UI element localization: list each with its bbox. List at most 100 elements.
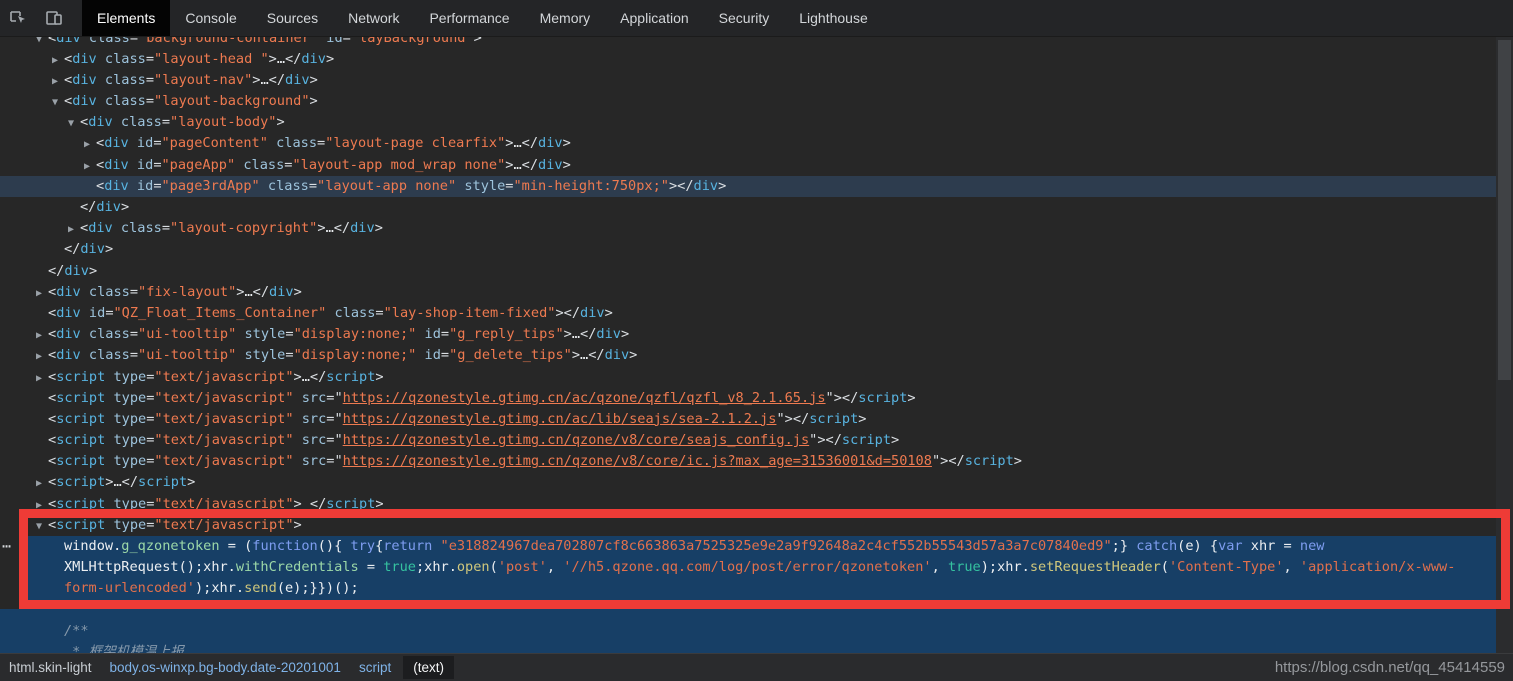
resource-link[interactable]: https://qzonestyle.gtimg.cn/qzone/v8/cor… xyxy=(343,453,932,469)
chevron-collapsed-icon[interactable]: ▶ xyxy=(52,71,64,92)
code-token: type xyxy=(105,390,146,406)
code-token: script xyxy=(56,390,105,406)
dom-tree-line[interactable]: /** xyxy=(0,621,1513,642)
dom-tree-line[interactable]: <script type="text/javascript" src="http… xyxy=(0,409,1513,430)
code-token: 'Content-Type' xyxy=(1169,559,1284,575)
code-token: </ xyxy=(48,263,64,279)
dom-tree-line[interactable]: </div> xyxy=(0,197,1513,218)
inspect-icon[interactable] xyxy=(0,0,36,36)
dom-tree-line[interactable]: ▼<div class="background-container" id="l… xyxy=(0,36,1513,49)
dom-tree-line[interactable]: <script type="text/javascript" src="http… xyxy=(0,388,1513,409)
tab-sources[interactable]: Sources xyxy=(252,0,333,36)
chevron-collapsed-icon[interactable]: ▶ xyxy=(68,219,80,240)
dom-tree-line[interactable]: ▶<div id="pageApp" class="layout-app mod… xyxy=(0,155,1513,176)
code-token: </ xyxy=(948,453,964,469)
code-token: "pageApp" xyxy=(162,157,236,173)
dom-tree-line[interactable]: ▶<div class="ui-tooltip" style="display:… xyxy=(0,345,1513,366)
tab-network[interactable]: Network xyxy=(333,0,414,36)
tab-security[interactable]: Security xyxy=(704,0,785,36)
code-token: > xyxy=(121,199,129,215)
dom-tree-line[interactable]: XMLHttpRequest();xhr.withCredentials = t… xyxy=(0,557,1513,578)
tab-console[interactable]: Console xyxy=(170,0,251,36)
chevron-collapsed-icon[interactable]: ▶ xyxy=(36,346,48,367)
chevron-collapsed-icon[interactable]: ▶ xyxy=(36,495,48,516)
resource-link[interactable]: https://qzonestyle.gtimg.cn/ac/qzone/qzf… xyxy=(343,390,826,406)
dom-tree-line[interactable]: ▼<div class="layout-body"> xyxy=(0,112,1513,133)
code-token: > xyxy=(89,263,97,279)
breadcrumb-item[interactable]: script xyxy=(359,660,391,675)
resource-link[interactable]: https://qzonestyle.gtimg.cn/qzone/v8/cor… xyxy=(343,432,810,448)
code-token: < xyxy=(96,135,104,151)
dom-tree-line[interactable]: ▼<div class="layout-background"> xyxy=(0,91,1513,112)
code-token: type xyxy=(105,453,146,469)
code-token: = xyxy=(309,178,317,194)
code-token: div xyxy=(56,347,81,363)
dom-tree-line[interactable]: ▶<div class="layout-copyright">…</div> xyxy=(0,218,1513,239)
code-token: =" xyxy=(326,432,342,448)
chevron-collapsed-icon[interactable]: ▶ xyxy=(84,134,96,155)
chevron-collapsed-icon[interactable]: ▶ xyxy=(36,368,48,389)
code-token: "page3rdApp" xyxy=(162,178,260,194)
dom-tree-line[interactable]: <div id="QZ_Float_Items_Container" class… xyxy=(0,303,1513,324)
code-token: "> xyxy=(809,432,825,448)
dom-tree-line[interactable]: ▼<script type="text/javascript"> xyxy=(0,515,1513,536)
dom-tree-line[interactable] xyxy=(0,600,1513,621)
code-token: … xyxy=(580,347,588,363)
resource-link[interactable]: https://qzonestyle.gtimg.cn/ac/lib/seajs… xyxy=(343,411,777,427)
code-token: div xyxy=(104,178,129,194)
code-token: = xyxy=(130,326,138,342)
chevron-collapsed-icon[interactable]: ▶ xyxy=(36,283,48,304)
code-token: , xyxy=(1284,559,1300,575)
code-token: class xyxy=(81,36,130,46)
dom-tree-line[interactable]: ▶<div class="layout-nav">…</div> xyxy=(0,70,1513,91)
code-token: "text/javascript" xyxy=(154,390,293,406)
dom-tree-line[interactable]: ▶<div id="pageContent" class="layout-pag… xyxy=(0,133,1513,154)
code-token: > xyxy=(294,517,302,533)
dom-tree-line[interactable]: <script type="text/javascript" src="http… xyxy=(0,451,1513,472)
dom-tree-line[interactable]: <script type="text/javascript" src="http… xyxy=(0,430,1513,451)
chevron-collapsed-icon[interactable]: ▶ xyxy=(84,156,96,177)
device-toolbar-icon[interactable] xyxy=(36,0,72,36)
tab-application[interactable]: Application xyxy=(605,0,704,36)
code-token: div xyxy=(538,135,563,151)
dom-tree-line[interactable]: ▶<script type="text/javascript">…</scrip… xyxy=(0,367,1513,388)
dom-tree-line[interactable]: ▶<script type="text/javascript"> </scrip… xyxy=(0,494,1513,515)
chevron-expanded-icon[interactable]: ▼ xyxy=(52,92,64,113)
code-token: class xyxy=(97,72,146,88)
breadcrumb-item[interactable]: body.os-winxp.bg-body.date-20201001 xyxy=(110,660,341,675)
dom-tree-line-selected[interactable]: <div id="page3rdApp" class="layout-app n… xyxy=(0,176,1513,197)
code-token: try xyxy=(351,538,376,554)
code-token: script xyxy=(965,453,1014,469)
tab-lighthouse[interactable]: Lighthouse xyxy=(784,0,883,36)
dom-tree-line[interactable]: window.g_qzonetoken = (function(){ try{r… xyxy=(0,536,1513,557)
tab-elements[interactable]: Elements xyxy=(82,0,170,36)
gutter-more-indicator[interactable]: ⋯ xyxy=(0,536,21,609)
breadcrumb-item[interactable]: (text) xyxy=(403,656,454,679)
chevron-expanded-icon[interactable]: ▼ xyxy=(36,36,48,50)
scrollbar-thumb[interactable] xyxy=(1498,40,1511,380)
dom-tree-line[interactable]: ▶<div class="layout-head ">…</div> xyxy=(0,49,1513,70)
code-token: g_qzonetoken xyxy=(121,538,219,554)
breadcrumb-item[interactable]: html.skin-light xyxy=(9,660,92,675)
chevron-expanded-icon[interactable]: ▼ xyxy=(68,113,80,134)
dom-tree-line[interactable]: ▶<script>…</script> xyxy=(0,472,1513,493)
code-token: id xyxy=(318,36,343,46)
code-token: (e);}})(); xyxy=(277,580,359,596)
dom-tree-line[interactable]: </div> xyxy=(0,261,1513,282)
code-token: div xyxy=(538,157,563,173)
dom-tree-line[interactable]: </div> xyxy=(0,239,1513,260)
dom-tree-line[interactable]: ▶<div class="ui-tooltip" style="display:… xyxy=(0,324,1513,345)
vertical-scrollbar[interactable] xyxy=(1496,36,1513,654)
chevron-collapsed-icon[interactable]: ▶ xyxy=(52,50,64,71)
chevron-expanded-icon[interactable]: ▼ xyxy=(36,516,48,537)
tab-memory[interactable]: Memory xyxy=(525,0,606,36)
chevron-collapsed-icon[interactable]: ▶ xyxy=(36,473,48,494)
dom-tree-line[interactable]: ▶<div class="fix-layout">…</div> xyxy=(0,282,1513,303)
chevron-collapsed-icon[interactable]: ▶ xyxy=(36,325,48,346)
code-token: true xyxy=(948,559,981,575)
dom-tree-line[interactable]: form-urlencoded');xhr.send(e);}})(); xyxy=(0,578,1513,599)
code-token: ;xhr. xyxy=(416,559,457,575)
breadcrumb: html.skin-light body.os-winxp.bg-body.dat… xyxy=(0,656,463,679)
tab-performance[interactable]: Performance xyxy=(414,0,524,36)
code-token: div xyxy=(64,263,89,279)
